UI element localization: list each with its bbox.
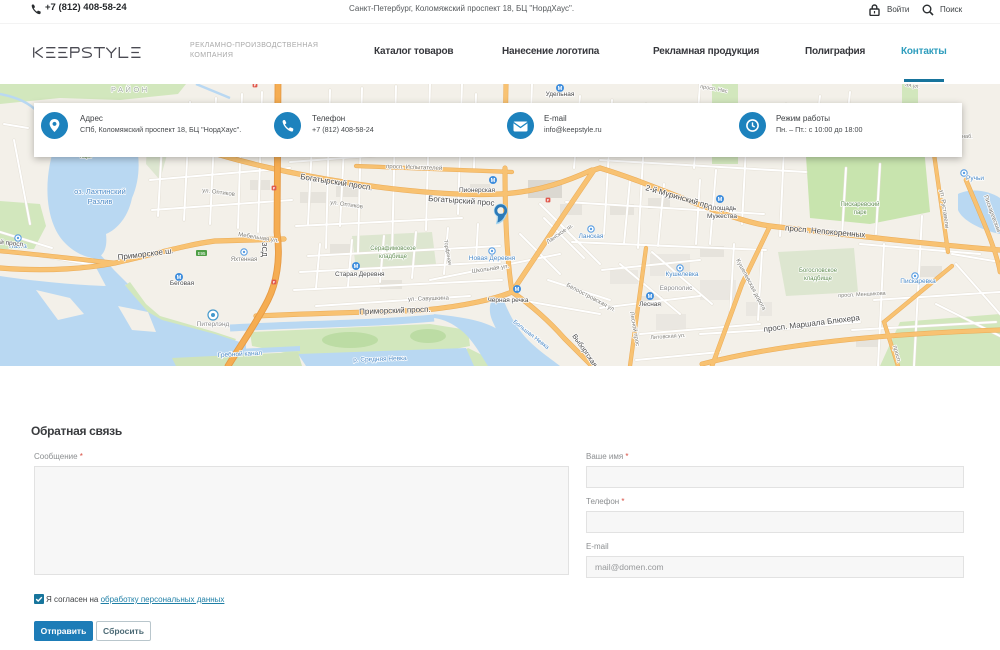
svg-text:Площадь: Площадь [708,205,737,212]
svg-text:Мужества: Мужества [707,213,737,220]
svg-text:M: M [718,197,723,203]
svg-text:оз. Лахтинский: оз. Лахтинский [74,187,126,196]
svg-text:Пионерская: Пионерская [459,187,496,194]
svg-text:РАЙОН: РАЙОН [111,85,150,94]
svg-text:Ручьи: Ручьи [966,175,984,182]
svg-text:Яхтенная: Яхтенная [231,257,258,263]
svg-text:Пискаревка: Пискаревка [900,278,936,285]
svg-text:Беговая: Беговая [170,280,195,287]
svg-text:Кушелевка: Кушелевка [665,271,698,278]
svg-text:Серафимовское: Серафимовское [370,246,416,252]
svg-text:M: M [515,287,520,293]
svg-text:Пискаревский: Пискаревский [841,201,880,208]
svg-text:Питерлэнд: Питерлэнд [197,321,230,328]
svg-text:Чёрная речка: Чёрная речка [487,297,528,304]
svg-text:M: M [491,178,496,184]
svg-text:Европолис: Европолис [660,285,693,292]
svg-text:наб.: наб. [962,134,973,140]
svg-text:Старая Деревня: Старая Деревня [335,271,385,278]
svg-text:Разлив: Разлив [88,197,113,206]
svg-text:ЗСД: ЗСД [260,242,269,257]
svg-text:Новая Деревня: Новая Деревня [469,255,516,262]
svg-text:Ланская: Ланская [579,233,604,240]
svg-text:M: M [354,264,359,270]
svg-text:Лесная: Лесная [639,301,661,308]
svg-text:Удельная: Удельная [546,91,575,98]
svg-text:кладбище: кладбище [379,254,408,260]
svg-text:парк: парк [854,210,867,216]
svg-text:M: M [648,294,653,300]
svg-text:кладбище: кладбище [804,276,833,282]
svg-text:E95: E95 [198,251,206,256]
svg-text:Богословское: Богословское [799,268,838,274]
